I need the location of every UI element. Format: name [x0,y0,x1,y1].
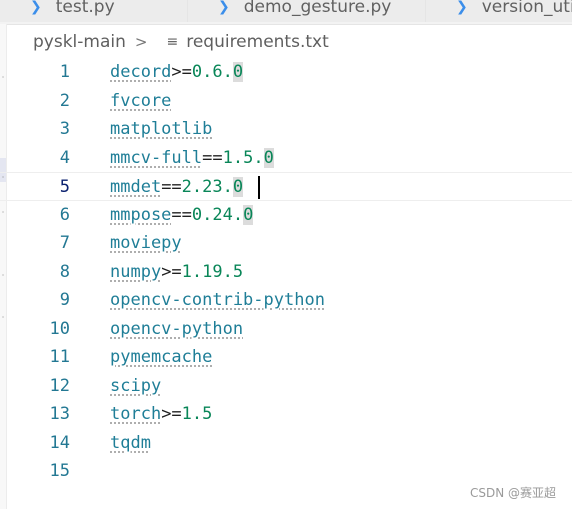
code-text: opencv-contrib-python [110,286,325,315]
code-text: fvcore [110,87,171,116]
version-operator: >= [171,62,192,82]
line-number: 9 [59,290,70,310]
code-line[interactable]: 10 opencv-python [0,315,572,344]
package-name: mmpose [110,204,172,225]
version-number: 1.5 [181,404,213,424]
python-file-icon: ❯ [218,0,230,15]
code-line[interactable]: 6 mmpose==0.24.0 [0,201,572,230]
code-line[interactable]: 7 moviepy [0,229,572,258]
version-operator: == [161,177,182,197]
code-editor[interactable]: 1 decord>=0.6.0 2 fvcore 3 matplotlib 4 mmcv-fu… [0,58,572,488]
text-file-icon: ≡ [166,34,179,50]
version-operator: >= [161,261,182,282]
package-name: mmdet [110,177,162,197]
code-text: scipy [110,372,161,401]
code-line[interactable]: 5 mmdet==2.23.0 [0,172,572,201]
line-number: 13 [49,404,70,424]
text-cursor [258,176,260,199]
package-name: tqdm [110,432,151,453]
tab-label: version_uti [481,0,572,17]
version-number: 2.23. [181,177,233,197]
line-number: 7 [59,233,70,253]
python-file-icon: ❯ [456,0,468,15]
tab-demo-gesture-py[interactable]: ❯ demo_gesture.py [188,0,426,22]
breadcrumb-folder[interactable]: pyskl-main [33,32,126,52]
package-name: pymemcache [110,347,213,367]
version-highlight: 0 [232,62,244,82]
code-line[interactable]: 14 tqdm [0,429,572,458]
code-line[interactable]: 9 opencv-contrib-python [0,286,572,315]
line-number: 15 [49,461,70,481]
code-text: mmpose==0.24.0 [110,201,254,230]
code-text: torch>=1.5 [110,400,212,429]
package-name: decord [110,62,172,82]
chevron-right-icon: > [134,33,148,51]
python-file-icon: ❯ [30,0,42,15]
code-text: moviepy [110,229,182,258]
line-number: 1 [59,62,70,82]
version-number: 1.19.5 [181,261,244,282]
package-name: matplotlib [110,119,213,139]
code-line[interactable]: 1 decord>=0.6.0 [0,58,572,87]
version-highlight: 0 [263,147,274,168]
version-operator: >= [161,404,182,424]
line-number: 4 [59,147,70,168]
code-text: mmdet==2.23.0 [110,173,244,202]
line-number: 14 [49,432,70,453]
package-name: mmcv-full [110,147,203,168]
package-name: numpy [110,261,162,282]
line-number: 6 [59,204,70,225]
package-name: fvcore [110,90,172,111]
package-name: scipy [110,375,162,396]
code-line[interactable]: 4 mmcv-full==1.5.0 [0,144,572,173]
code-text: matplotlib [110,115,212,144]
version-highlight: 0 [232,177,244,197]
code-line[interactable]: 8 numpy>=1.19.5 [0,258,572,287]
tab-label: test.py [55,0,115,17]
package-name: opencv-python [110,318,244,339]
tab-version-utils[interactable]: ❯ version_uti [426,0,572,22]
breadcrumb-file[interactable]: requirements.txt [186,32,329,52]
package-name: moviepy [110,233,182,253]
version-operator: == [171,204,192,225]
version-highlight: 0 [243,204,254,225]
version-number: 0.24. [191,204,244,225]
package-name: opencv-contrib-python [110,290,325,310]
editor-tab-bar: ❯ test.py ❯ demo_gesture.py ❯ version_ut… [0,0,572,25]
code-text: tqdm [110,429,151,458]
code-line[interactable]: 11 pymemcache [0,343,572,372]
code-text: pymemcache [110,343,212,372]
line-number: 8 [59,261,70,282]
line-number: 10 [49,318,70,339]
code-line[interactable]: 3 matplotlib [0,115,572,144]
line-number: 3 [59,119,70,139]
version-operator: == [202,147,223,168]
watermark: CSDN @赛亚超 [469,486,556,500]
code-text: opencv-python [110,315,243,344]
package-name: torch [110,404,162,424]
version-number: 1.5. [222,147,264,168]
tab-test-py[interactable]: ❯ test.py [0,0,188,22]
code-line[interactable]: 2 fvcore [0,87,572,116]
line-number: 12 [49,375,70,396]
code-line[interactable]: 13 torch>=1.5 [0,400,572,429]
code-line[interactable]: 15 [0,457,572,486]
tab-label: demo_gesture.py [243,0,392,17]
breadcrumb: pyskl-main > ≡ requirements.txt [33,30,329,54]
version-number: 0.6. [191,62,233,82]
code-text: numpy>=1.19.5 [110,258,243,287]
code-line[interactable]: 12 scipy [0,372,572,401]
code-text: decord>=0.6.0 [110,58,244,87]
line-number: 5 [59,177,70,197]
line-number: 2 [59,90,70,111]
line-number: 11 [49,347,70,367]
code-text: mmcv-full==1.5.0 [110,144,274,173]
